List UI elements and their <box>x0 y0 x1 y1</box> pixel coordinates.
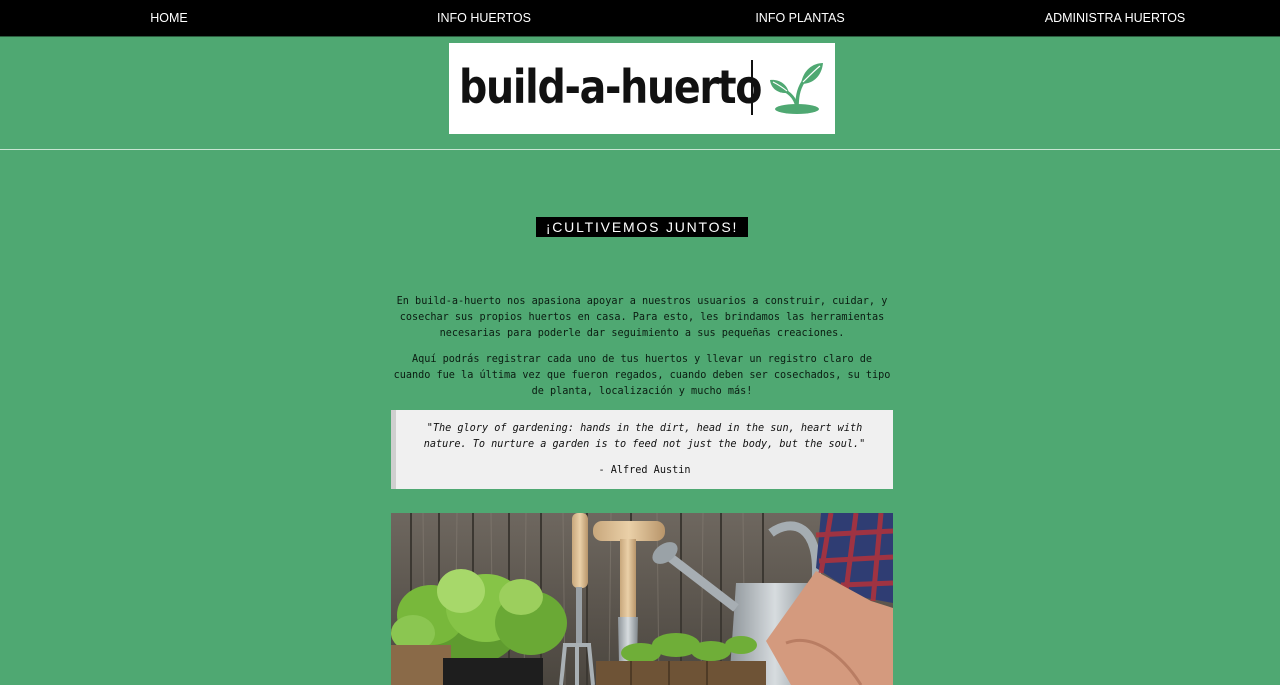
quote-block: "The glory of gardening: hands in the di… <box>391 410 893 489</box>
site-logo[interactable]: build-a-huerto <box>449 43 835 134</box>
nav-link-administra-huertos[interactable]: ADMINISTRA HUERTOS <box>1045 0 1186 36</box>
intro-paragraph-2: Aquí podrás registrar cada uno de tus hu… <box>393 354 891 397</box>
logo-wordmark: build-a-huerto <box>459 60 762 114</box>
header-divider <box>0 149 1280 150</box>
garden-photo <box>391 513 893 685</box>
nav-link-home[interactable]: HOME <box>150 0 188 36</box>
quote-text: "The glory of gardening: hands in the di… <box>423 423 866 450</box>
intro-section: En build-a-huerto nos apasiona apoyar a … <box>391 294 893 410</box>
quote-author: - Alfred Austin <box>598 465 691 476</box>
top-navigation-bar: HOME INFO HUERTOS INFO PLANTAS ADMINISTR… <box>0 0 1280 37</box>
intro-paragraph-1: En build-a-huerto nos apasiona apoyar a … <box>396 296 888 339</box>
nav-link-info-plantas[interactable]: INFO PLANTAS <box>755 0 844 36</box>
nav-link-info-huertos[interactable]: INFO HUERTOS <box>437 0 531 36</box>
garden-tools-illustration <box>391 513 893 685</box>
logo-divider <box>751 60 753 115</box>
sprout-icon <box>770 63 823 114</box>
hero-banner: ¡CULTIVEMOS JUNTOS! <box>536 217 748 237</box>
